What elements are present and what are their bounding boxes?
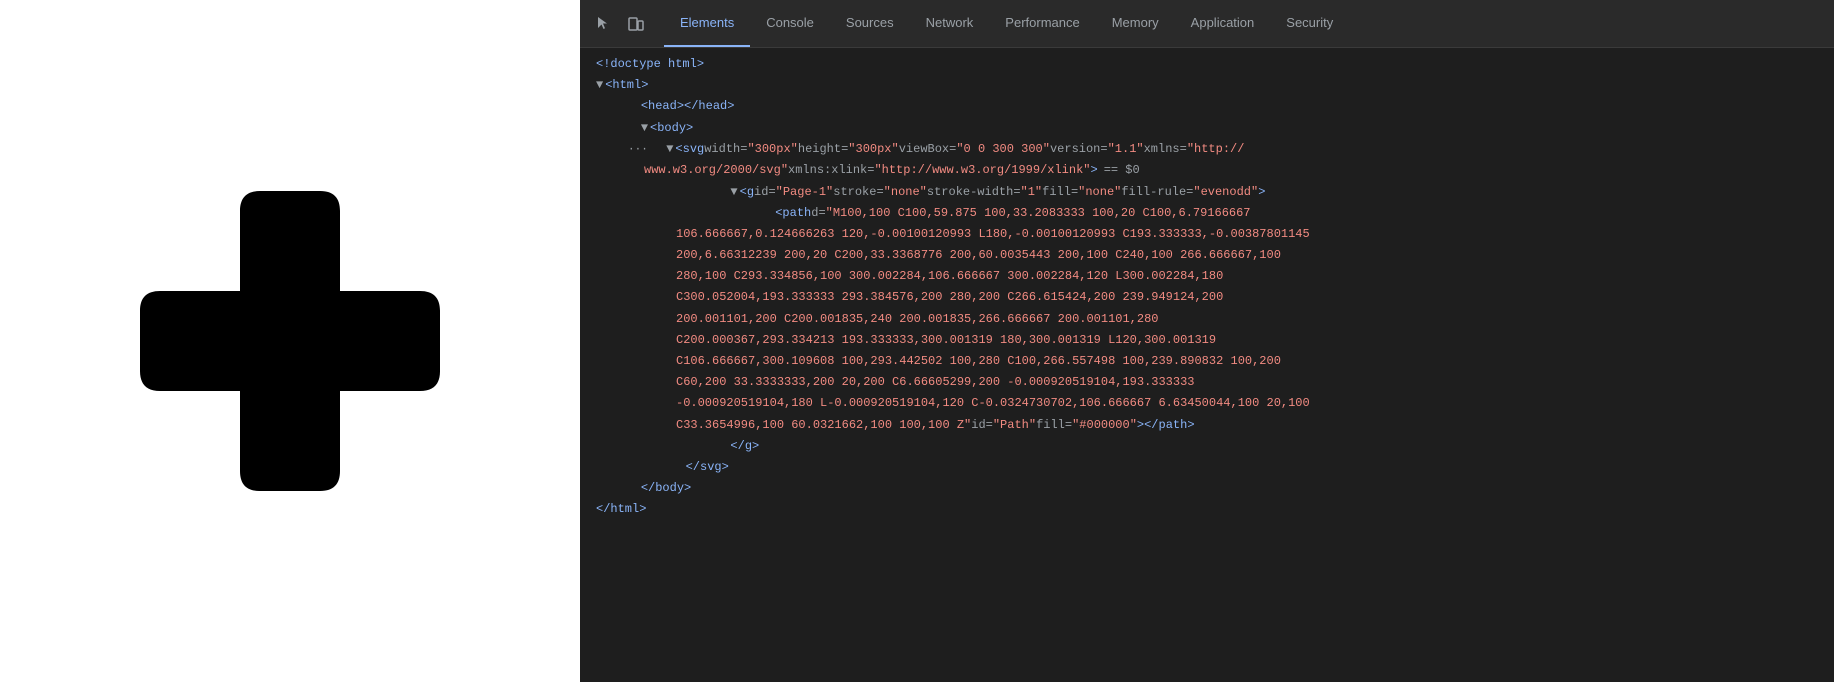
devtools-content: <!doctype html> ▼<html> <head></head> ▼<…: [580, 48, 1834, 682]
tab-network[interactable]: Network: [910, 0, 990, 47]
line-html-open: ▼<html>: [580, 75, 1834, 96]
devtools-tab-bar: Elements Console Sources Network Perform…: [580, 0, 1834, 48]
cross-svg: [140, 191, 440, 491]
tab-elements[interactable]: Elements: [664, 0, 750, 47]
line-html-close: </html>: [580, 499, 1834, 520]
line-path-7: C106.666667,300.109608 100,293.442502 10…: [580, 351, 1834, 372]
line-g-open: ▼<g id="Page-1" stroke="none" stroke-wid…: [580, 182, 1834, 203]
line-svg-close: </svg>: [580, 457, 1834, 478]
select-element-icon[interactable]: [590, 10, 618, 38]
tab-memory[interactable]: Memory: [1096, 0, 1175, 47]
line-path-10: C33.3654996,100 60.0321662,100 100,100 Z…: [580, 415, 1834, 436]
line-path-5: 200.001101,200 C200.001835,240 200.00183…: [580, 309, 1834, 330]
line-path-9: -0.000920519104,180 L-0.000920519104,120…: [580, 393, 1834, 414]
line-path-4: C300.052004,193.333333 293.384576,200 28…: [580, 287, 1834, 308]
tab-performance[interactable]: Performance: [989, 0, 1095, 47]
line-path-open: <path d="M100,100 C100,59.875 100,33.208…: [580, 203, 1834, 224]
line-doctype: <!doctype html>: [580, 54, 1834, 75]
line-body-close: </body>: [580, 478, 1834, 499]
device-toggle-icon[interactable]: [622, 10, 650, 38]
tab-security[interactable]: Security: [1270, 0, 1349, 47]
line-path-8: C60,200 33.3333333,200 20,200 C6.6660529…: [580, 372, 1834, 393]
tab-application[interactable]: Application: [1175, 0, 1271, 47]
tab-sources[interactable]: Sources: [830, 0, 910, 47]
tab-console[interactable]: Console: [750, 0, 830, 47]
line-svg-open: ··· ▼<svg width="300px" height="300px" v…: [580, 139, 1834, 161]
line-head: <head></head>: [580, 96, 1834, 117]
line-svg-open-cont: www.w3.org/2000/svg" xmlns:xlink="http:/…: [580, 160, 1834, 181]
line-path-3: 280,100 C293.334856,100 300.002284,106.6…: [580, 266, 1834, 287]
devtools-icon-group: [584, 10, 656, 38]
left-panel: [0, 0, 580, 682]
devtools-panel: Elements Console Sources Network Perform…: [580, 0, 1834, 682]
line-path-2: 200,6.66312239 200,20 C200,33.3368776 20…: [580, 245, 1834, 266]
line-path-6: C200.000367,293.334213 193.333333,300.00…: [580, 330, 1834, 351]
line-g-close: </g>: [580, 436, 1834, 457]
line-path-1: 106.666667,0.124666263 120,-0.0010012099…: [580, 224, 1834, 245]
line-body-open: ▼<body>: [580, 118, 1834, 139]
